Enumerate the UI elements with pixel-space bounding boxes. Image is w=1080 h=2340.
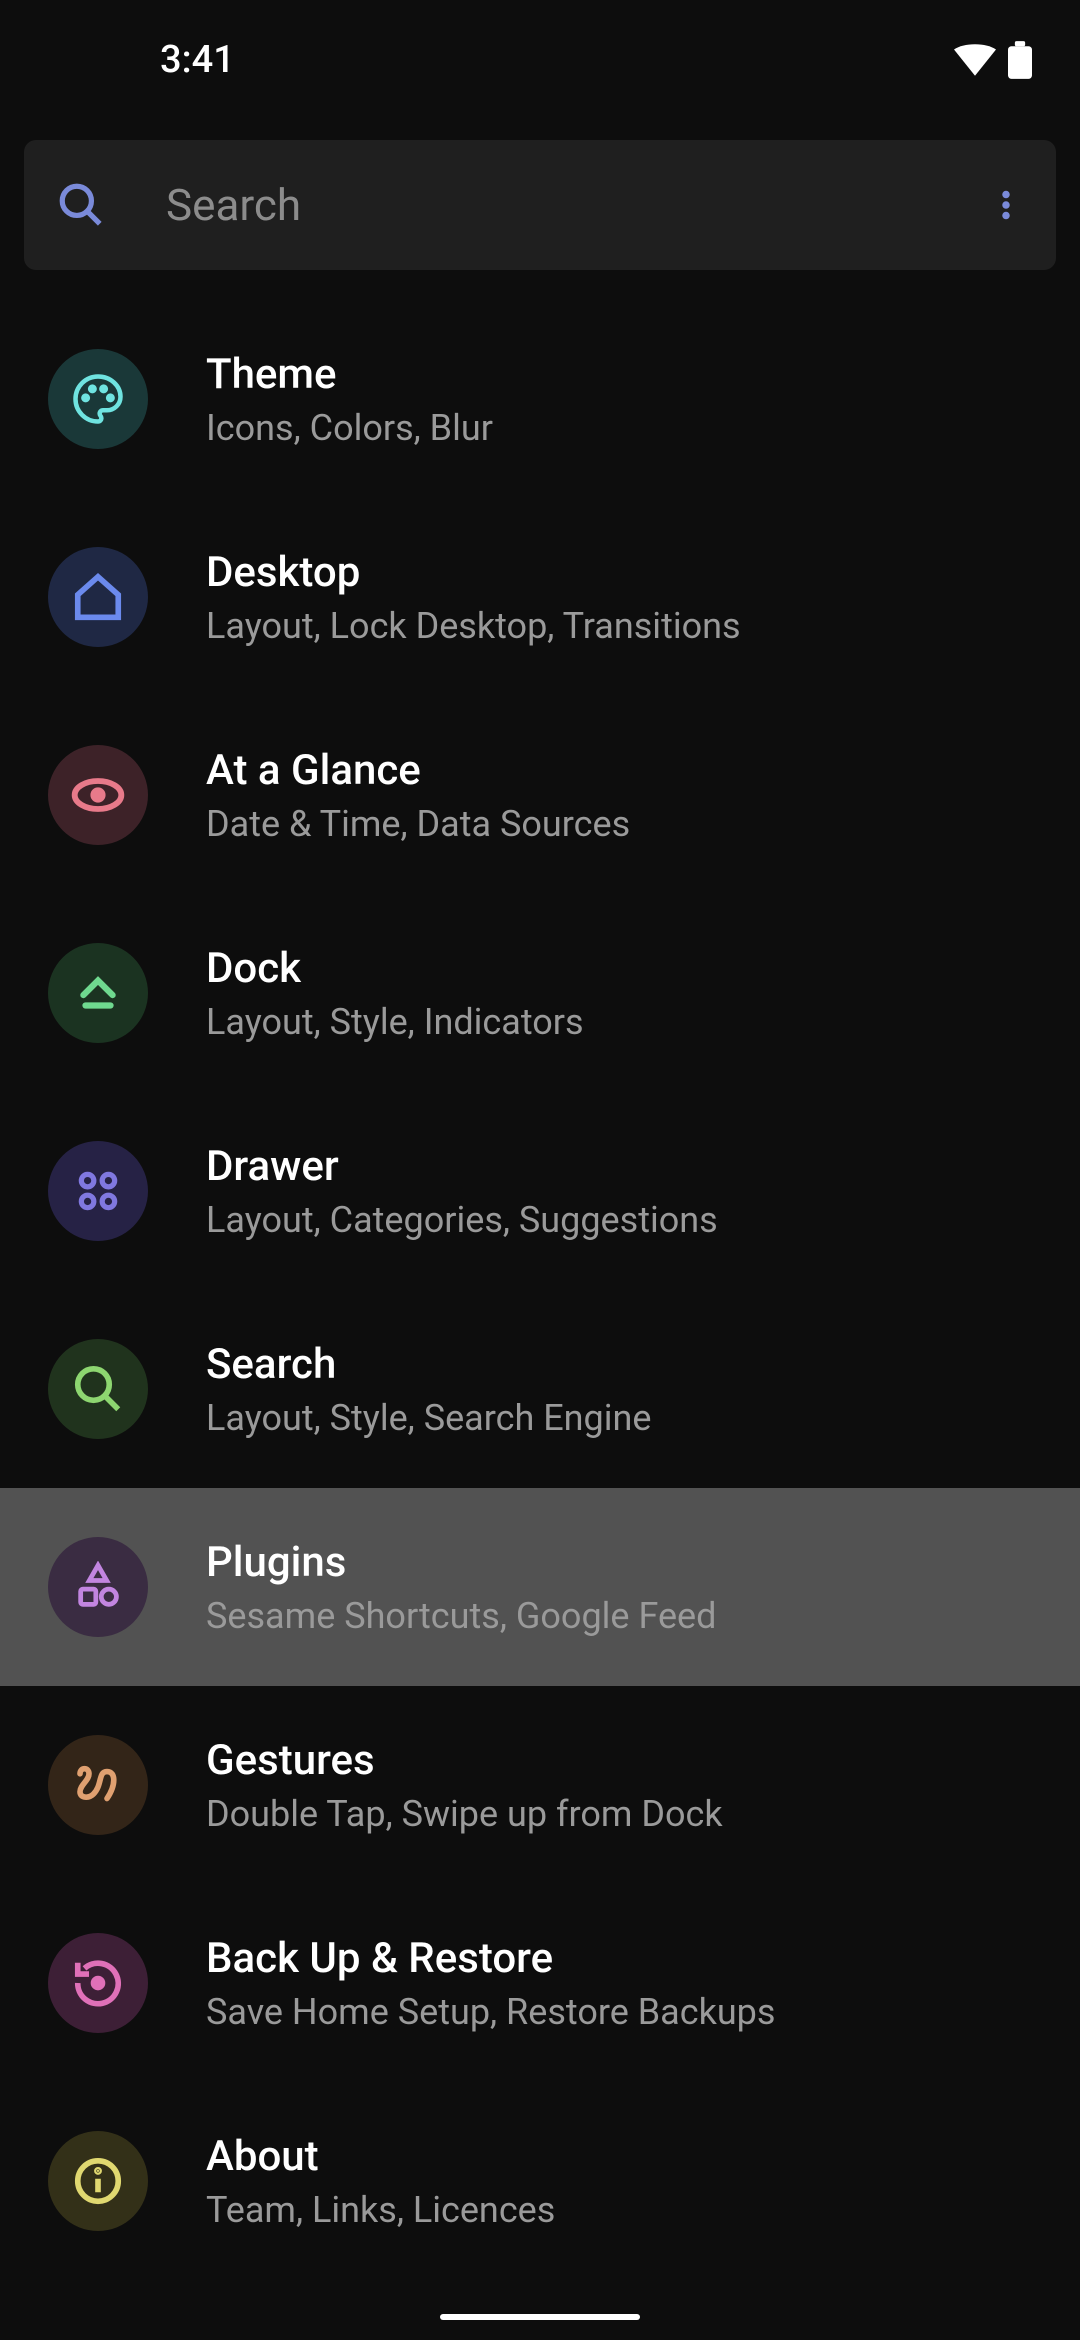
item-title: Plugins [206,1538,716,1587]
restore-icon [48,1933,148,2033]
search-icon [56,180,106,230]
wifi-icon [954,44,996,76]
settings-item-backup[interactable]: Back Up & Restore Save Home Setup, Resto… [0,1884,1080,2082]
item-title: Dock [206,944,584,993]
item-text: Gestures Double Tap, Swipe up from Dock [206,1736,723,1835]
item-title: Gestures [206,1736,723,1785]
item-title: About [206,2132,555,2181]
item-subtitle: Layout, Lock Desktop, Transitions [206,605,741,647]
item-subtitle: Team, Links, Licences [206,2189,555,2231]
settings-item-search[interactable]: Search Layout, Style, Search Engine [0,1290,1080,1488]
settings-item-glance[interactable]: At a Glance Date & Time, Data Sources [0,696,1080,894]
chevron-up-icon [48,943,148,1043]
item-text: Search Layout, Style, Search Engine [206,1340,651,1439]
status-icons [954,41,1032,79]
item-text: At a Glance Date & Time, Data Sources [206,746,630,845]
search-icon [48,1339,148,1439]
more-vert-icon[interactable] [988,187,1024,223]
item-subtitle: Layout, Categories, Suggestions [206,1199,718,1241]
battery-icon [1008,41,1032,79]
settings-item-drawer[interactable]: Drawer Layout, Categories, Suggestions [0,1092,1080,1290]
status-time: 3:41 [160,38,235,82]
settings-item-plugins[interactable]: Plugins Sesame Shortcuts, Google Feed [0,1488,1080,1686]
search-bar[interactable]: Search [24,140,1056,270]
item-title: At a Glance [206,746,630,795]
item-text: Drawer Layout, Categories, Suggestions [206,1142,718,1241]
item-subtitle: Icons, Colors, Blur [206,407,493,449]
home-icon [48,547,148,647]
settings-item-desktop[interactable]: Desktop Layout, Lock Desktop, Transition… [0,498,1080,696]
item-subtitle: Save Home Setup, Restore Backups [206,1991,775,2033]
search-placeholder: Search [166,179,988,231]
eye-icon [48,745,148,845]
item-title: Back Up & Restore [206,1934,775,1983]
item-subtitle: Sesame Shortcuts, Google Feed [206,1595,716,1637]
navigation-bar-indicator[interactable] [440,2314,640,2320]
item-text: Theme Icons, Colors, Blur [206,350,493,449]
item-text: Plugins Sesame Shortcuts, Google Feed [206,1538,716,1637]
settings-item-dock[interactable]: Dock Layout, Style, Indicators [0,894,1080,1092]
settings-item-theme[interactable]: Theme Icons, Colors, Blur [0,300,1080,498]
item-text: Desktop Layout, Lock Desktop, Transition… [206,548,741,647]
item-text: About Team, Links, Licences [206,2132,555,2231]
item-title: Drawer [206,1142,718,1191]
apps-icon [48,1141,148,1241]
gesture-icon [48,1735,148,1835]
shapes-icon [48,1537,148,1637]
item-subtitle: Layout, Style, Indicators [206,1001,584,1043]
status-bar: 3:41 [0,0,1080,120]
item-title: Desktop [206,548,741,597]
settings-item-about[interactable]: About Team, Links, Licences [0,2082,1080,2280]
item-subtitle: Double Tap, Swipe up from Dock [206,1793,723,1835]
item-subtitle: Date & Time, Data Sources [206,803,630,845]
item-title: Theme [206,350,493,399]
item-text: Back Up & Restore Save Home Setup, Resto… [206,1934,775,2033]
item-title: Search [206,1340,651,1389]
settings-item-gestures[interactable]: Gestures Double Tap, Swipe up from Dock [0,1686,1080,1884]
info-icon [48,2131,148,2231]
palette-icon [48,349,148,449]
item-text: Dock Layout, Style, Indicators [206,944,584,1043]
settings-list: Theme Icons, Colors, Blur Desktop Layout… [0,300,1080,2280]
item-subtitle: Layout, Style, Search Engine [206,1397,651,1439]
